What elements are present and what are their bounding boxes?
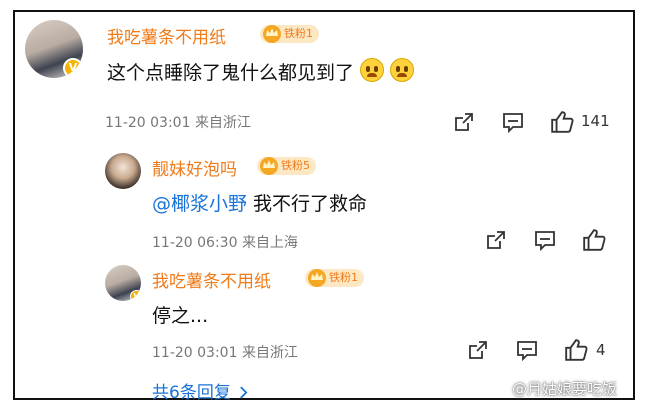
comment-icon[interactable]	[534, 229, 556, 251]
avatar[interactable]: V	[25, 20, 83, 78]
location: 来自浙江	[194, 115, 251, 131]
like-count: 4	[596, 341, 606, 359]
reply-text-body: 我不行了救命	[247, 193, 368, 215]
like-count: 141	[581, 112, 610, 130]
more-replies-label: 共6条回复	[152, 383, 231, 403]
share-icon[interactable]	[453, 111, 475, 133]
timestamp: 11-20 03:01	[152, 345, 238, 361]
comment-text-body: 这个点睡除了鬼什么都见到了	[107, 62, 355, 84]
like-icon[interactable]	[582, 228, 606, 252]
fan-badge: 铁粉5	[257, 157, 316, 175]
share-icon[interactable]	[467, 339, 489, 361]
crown-icon	[260, 157, 278, 175]
reply-text: 停之...	[152, 305, 209, 327]
chevron-right-icon	[240, 386, 248, 399]
reply-meta: 11-20 06:30 来自上海	[152, 232, 298, 252]
watermark: @月姑娘要吃饭	[512, 380, 618, 398]
comment-meta: 11-20 03:01 来自浙江	[105, 112, 251, 132]
username[interactable]: 靓妹好泡吗	[152, 155, 237, 180]
comment-card: V 我吃薯条不用纸 铁粉1 这个点睡除了鬼什么都见到了 11-20 03:01 …	[13, 10, 635, 403]
timestamp: 11-20 03:01	[105, 115, 191, 131]
location: 来自浙江	[241, 345, 298, 361]
comment-text: 这个点睡除了鬼什么都见到了	[107, 58, 415, 85]
fan-badge: 铁粉1	[305, 269, 364, 287]
verified-icon: V	[130, 290, 141, 301]
avatar[interactable]: V	[105, 265, 141, 301]
mention-link[interactable]: @椰浆小野	[152, 193, 247, 215]
timestamp: 11-20 06:30	[152, 235, 238, 251]
crying-emoji-icon	[390, 58, 415, 82]
crown-icon	[263, 25, 281, 43]
avatar[interactable]	[105, 153, 141, 189]
username[interactable]: 我吃薯条不用纸	[152, 267, 271, 292]
like-icon[interactable]	[550, 110, 574, 134]
badge-label: 铁粉1	[329, 271, 358, 284]
comment-icon[interactable]	[502, 111, 524, 133]
username[interactable]: 我吃薯条不用纸	[107, 23, 226, 48]
share-icon[interactable]	[485, 229, 507, 251]
verified-icon: V	[63, 58, 83, 78]
badge-label: 铁粉1	[284, 27, 313, 40]
reply-meta: 11-20 03:01 来自浙江	[152, 342, 298, 362]
more-replies-link[interactable]: 共6条回复	[152, 378, 248, 403]
location: 来自上海	[241, 235, 298, 251]
crying-emoji-icon	[360, 58, 385, 82]
comment-icon[interactable]	[516, 339, 538, 361]
fan-badge: 铁粉1	[260, 25, 319, 43]
badge-label: 铁粉5	[281, 159, 310, 172]
reply-text: @椰浆小野 我不行了救命	[152, 189, 367, 216]
like-icon[interactable]	[564, 338, 588, 362]
crown-icon	[308, 269, 326, 287]
